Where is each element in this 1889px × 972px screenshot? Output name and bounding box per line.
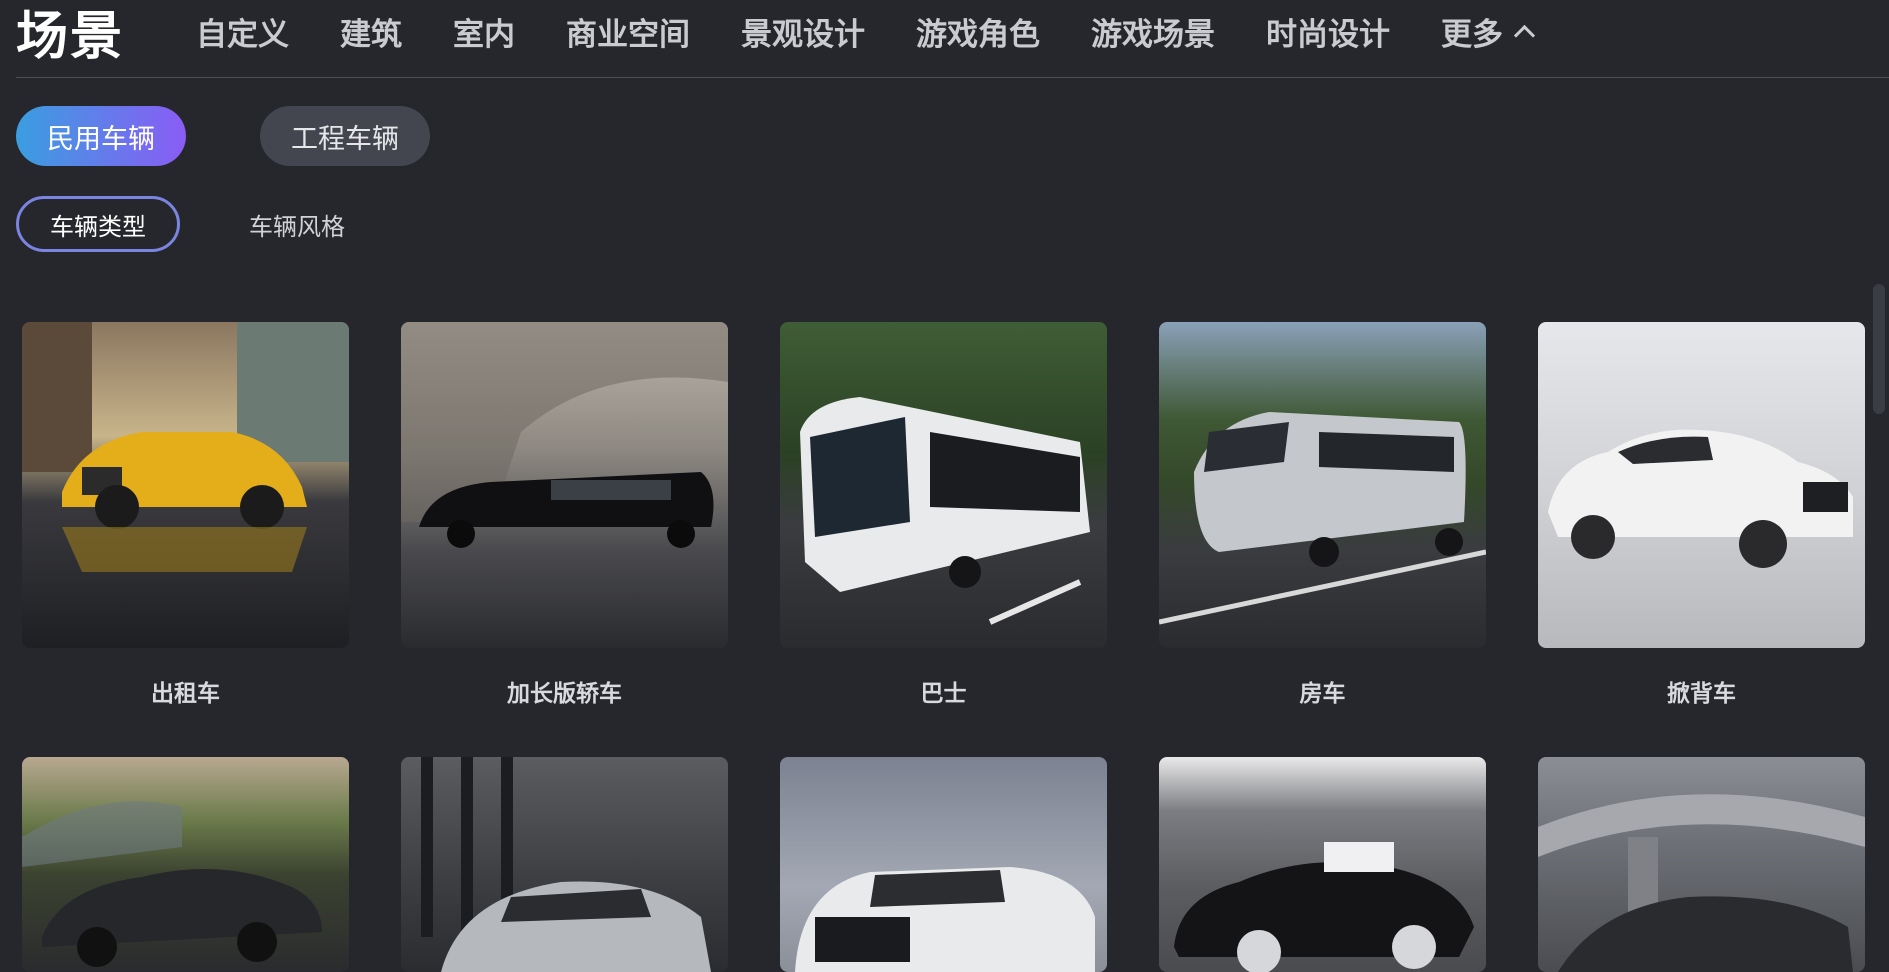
- card-image[interactable]: [1538, 322, 1865, 648]
- site-logo: 场景: [16, 7, 125, 67]
- card-label: 掀背车: [1667, 681, 1736, 707]
- tab-vehicle-style[interactable]: 车辆风格: [218, 196, 376, 252]
- nav-item-game-character[interactable]: 游戏角色: [916, 9, 1040, 54]
- pickup-image-shape: [795, 867, 1095, 972]
- nav-item-custom[interactable]: 自定义: [196, 9, 289, 54]
- card-label: 房车: [1299, 681, 1346, 707]
- card-coupe[interactable]: [1538, 757, 1865, 972]
- vintage-car-image-shape: [1174, 842, 1474, 972]
- nav-more-label: 更多: [1441, 17, 1504, 53]
- convertible-image-shape: [22, 801, 322, 967]
- card-image[interactable]: [22, 757, 349, 972]
- rv-image-shape: [1159, 412, 1486, 625]
- pill-engineering-vehicles[interactable]: 工程车辆: [260, 106, 430, 166]
- card-image[interactable]: [780, 757, 1107, 972]
- nav-item-architecture[interactable]: 建筑: [340, 9, 402, 54]
- hatchback-image-shape: [1548, 429, 1853, 568]
- sub-tabs: 车辆类型 车辆风格: [16, 196, 376, 252]
- card-rv[interactable]: 房车: [1159, 322, 1486, 707]
- nav-item-game-scene[interactable]: 游戏场景: [1091, 9, 1215, 54]
- card-suv[interactable]: [401, 757, 728, 972]
- pill-civil-vehicles[interactable]: 民用车辆: [16, 106, 186, 166]
- nav-item-interior[interactable]: 室内: [453, 9, 515, 54]
- card-image[interactable]: [401, 757, 728, 972]
- nav-item-commercial-space[interactable]: 商业空间: [566, 9, 690, 54]
- bus-image-shape: [800, 397, 1090, 625]
- card-label: 巴士: [920, 681, 967, 707]
- card-bus[interactable]: 巴士: [780, 322, 1107, 707]
- card-image[interactable]: [1538, 757, 1865, 972]
- card-pickup[interactable]: [780, 757, 1107, 972]
- card-label: 加长版轿车: [507, 681, 622, 707]
- category-pills: 民用车辆 工程车辆: [16, 106, 430, 166]
- card-image[interactable]: [1159, 757, 1486, 972]
- taxi-image-shape: [22, 322, 349, 572]
- nav-item-landscape-design[interactable]: 景观设计: [741, 9, 865, 54]
- card-image[interactable]: [1159, 322, 1486, 648]
- card-image[interactable]: [22, 322, 349, 648]
- card-convertible[interactable]: [22, 757, 349, 972]
- card-label: 出租车: [151, 681, 220, 707]
- card-vintage-car[interactable]: [1159, 757, 1486, 972]
- tab-vehicle-type[interactable]: 车辆类型: [16, 196, 180, 252]
- nav-more-button[interactable]: 更多: [1441, 9, 1536, 54]
- coupe-image-shape: [1538, 794, 1865, 972]
- scrollbar-thumb[interactable]: [1873, 284, 1885, 414]
- card-image[interactable]: [401, 322, 728, 648]
- card-image[interactable]: [780, 322, 1107, 648]
- chevron-up-icon: [1513, 24, 1536, 47]
- top-navigation: 场景 自定义 建筑 室内 商业空间 景观设计 游戏角色 游戏场景 时尚设计 更多: [16, 0, 1889, 78]
- limousine-image-shape: [401, 322, 728, 548]
- card-hatchback[interactable]: 掀背车: [1538, 322, 1865, 707]
- card-limousine[interactable]: 加长版轿车: [401, 322, 728, 707]
- card-taxi[interactable]: 出租车: [22, 322, 349, 707]
- suv-image-shape: [421, 757, 711, 972]
- nav-item-fashion-design[interactable]: 时尚设计: [1266, 9, 1390, 54]
